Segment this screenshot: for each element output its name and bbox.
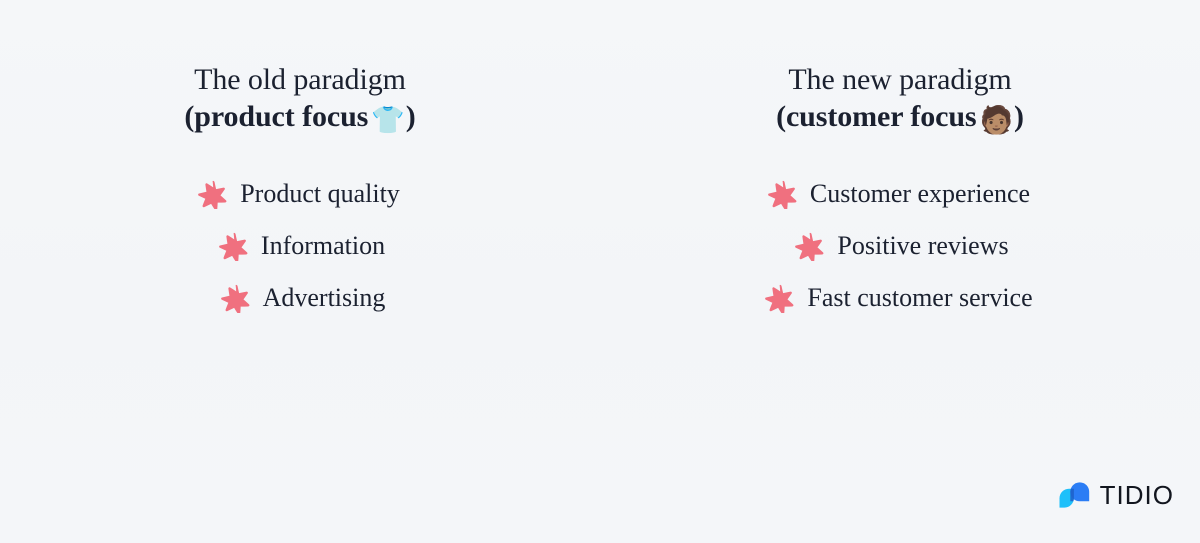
list-item: Customer experience <box>768 178 1031 210</box>
list-item-label: Fast customer service <box>807 282 1033 312</box>
heading-line2-old: (product focus 👕) <box>184 99 415 137</box>
bullet-list-new-paradigm: Customer experience Positive reviews Fas… <box>600 178 1200 314</box>
close-paren-old: ) <box>405 100 416 134</box>
infographic-canvas: The old paradigm (product focus 👕) Produc… <box>0 0 1200 543</box>
list-item-label: Information <box>260 230 386 260</box>
list-item: Product quality <box>198 178 400 210</box>
heading-line1-old: The old paradigm <box>194 63 406 96</box>
list-item-label: Advertising <box>262 282 386 312</box>
person-emoji: 🧑🏽 <box>979 105 1014 137</box>
list-item-label: Product quality <box>240 178 400 208</box>
heading-focus-old: product focus <box>194 100 369 134</box>
star-icon <box>198 181 227 210</box>
open-paren-old: ( <box>184 100 195 134</box>
star-icon <box>220 285 250 314</box>
heading-new-paradigm: The new paradigm (customer focus 🧑🏽) <box>776 62 1024 137</box>
close-paren-new: ) <box>1014 100 1024 134</box>
tidio-wordmark: TIDIO <box>1099 480 1174 510</box>
open-paren-new: ( <box>776 100 786 134</box>
heading-line2-new: (customer focus 🧑🏽) <box>776 99 1024 137</box>
star-icon <box>219 233 248 262</box>
list-item-label: Customer experience <box>809 178 1031 208</box>
heading-focus-new: customer focus <box>785 100 977 134</box>
tidio-logo-icon <box>1059 482 1089 508</box>
bullet-list-old-paradigm: Product quality Information Advertising <box>0 178 600 314</box>
list-item: Fast customer service <box>765 282 1033 314</box>
star-icon <box>765 285 794 314</box>
list-item-label: Positive reviews <box>837 230 1009 260</box>
brand-logo: TIDIO <box>1055 477 1174 513</box>
column-old-paradigm: The old paradigm (product focus 👕) Produc… <box>0 0 600 420</box>
star-icon <box>768 181 797 210</box>
column-new-paradigm: The new paradigm (customer focus 🧑🏽) Cust… <box>600 0 1200 420</box>
star-icon <box>795 233 824 262</box>
paradigm-columns: The old paradigm (product focus 👕) Produc… <box>0 0 1200 420</box>
list-item: Advertising <box>220 282 386 314</box>
heading-line1-new: The new paradigm <box>788 63 1012 96</box>
t-shirt-emoji: 👕 <box>371 105 405 137</box>
list-item: Information <box>219 230 386 262</box>
heading-old-paradigm: The old paradigm (product focus 👕) <box>184 62 415 137</box>
list-item: Positive reviews <box>795 230 1009 262</box>
